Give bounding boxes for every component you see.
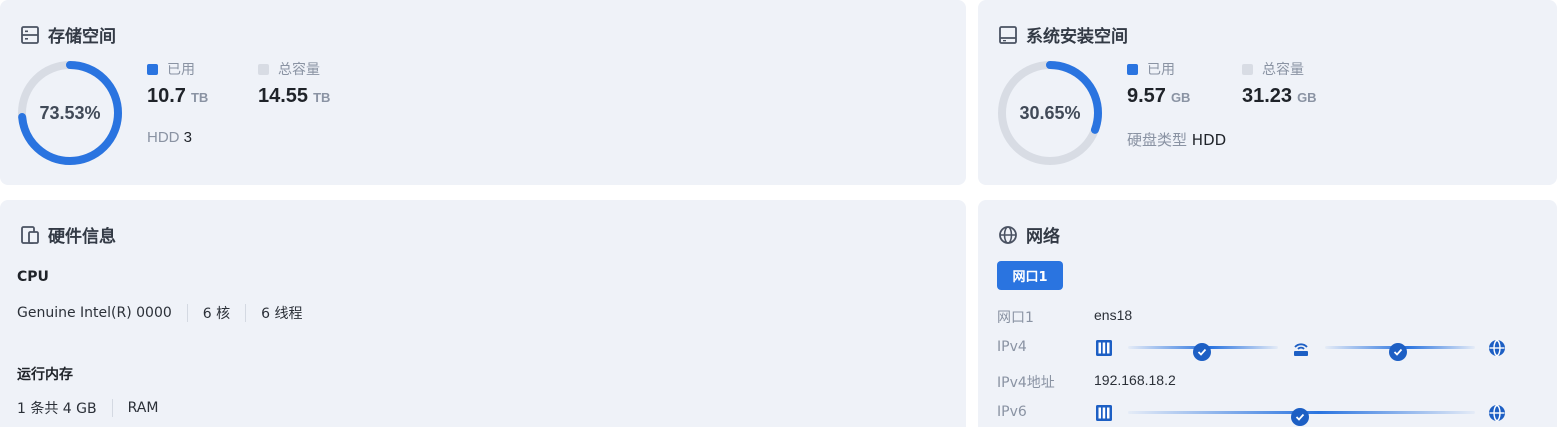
cpu-model: Genuine Intel(R) 0000 <box>17 305 172 321</box>
ipv4-label: IPv4 <box>997 339 1027 355</box>
used-value: 10.7 <box>147 85 186 107</box>
total-value: 31.23 <box>1242 85 1293 107</box>
cpu-heading: CPU <box>17 269 49 285</box>
server-icon <box>1096 405 1112 421</box>
device-icon <box>21 225 39 244</box>
hardware-card: 硬件信息 CPU Genuine Intel(R) 0000 6 核 6 线程 … <box>0 200 966 427</box>
ram-type: RAM <box>127 400 159 416</box>
disk-count: 3 <box>183 129 193 146</box>
check-icon <box>1193 343 1211 361</box>
used-label: 已用 <box>167 62 195 78</box>
used-value: 9.57 <box>1127 85 1166 107</box>
disk-icon <box>999 25 1017 44</box>
system-title-text: 系统安装空间 <box>1026 27 1128 47</box>
port-label: 网口1 <box>997 310 1034 326</box>
disk-label: HDD <box>147 129 180 146</box>
storage-card: 存储空间 73.53% 已用 10.7 TB 总容量 14.55 TB HDD 3 <box>0 0 966 185</box>
total-dot <box>258 63 269 75</box>
server-icon <box>1096 340 1112 356</box>
divider <box>245 304 247 322</box>
ram-heading: 运行内存 <box>17 367 73 383</box>
storage-total-stat: 总容量 14.55 TB <box>258 59 330 108</box>
hardware-title-text: 硬件信息 <box>48 227 116 247</box>
storage-percent: 73.53% <box>39 102 101 123</box>
used-unit: TB <box>190 90 209 105</box>
network-title: 网络 <box>998 222 1060 247</box>
hardware-title: 硬件信息 <box>20 222 116 247</box>
total-dot <box>1242 63 1253 75</box>
total-label: 总容量 <box>1262 62 1304 78</box>
disk-count-line: HDD 3 <box>147 129 192 146</box>
globe-icon <box>1489 339 1505 357</box>
globe-icon <box>999 225 1017 244</box>
ram-count: 1 条共 4 GB <box>17 401 97 417</box>
total-unit: GB <box>1297 90 1317 105</box>
total-unit: TB <box>313 90 331 105</box>
system-usage-ring: 30.65% <box>996 59 1104 167</box>
check-icon <box>1291 408 1309 426</box>
cpu-cores: 6 核 <box>202 306 231 322</box>
tab-port-1[interactable]: 网口1 <box>997 261 1063 290</box>
router-icon <box>1294 343 1308 356</box>
divider <box>186 304 188 322</box>
system-title: 系统安装空间 <box>998 22 1128 47</box>
system-percent: 30.65% <box>1019 102 1081 123</box>
total-value: 14.55 <box>258 85 309 107</box>
ipv6-label: IPv6 <box>997 404 1027 420</box>
used-dot <box>1127 63 1138 75</box>
disk-type-value: HDD <box>1191 131 1227 149</box>
ipv4-address-label: IPv4地址 <box>997 375 1055 391</box>
used-dot <box>147 63 158 75</box>
disk-type-line: 硬盘类型 HDD <box>1127 129 1226 150</box>
used-label: 已用 <box>1147 62 1175 78</box>
total-label: 总容量 <box>278 62 320 78</box>
storage-used-stat: 已用 10.7 TB <box>147 59 208 108</box>
storage-icon <box>21 25 39 44</box>
system-card: 系统安装空间 30.65% 已用 9.57 GB 总容量 31.23 GB 硬盘类型… <box>978 0 1557 185</box>
storage-usage-ring: 73.53% <box>16 59 124 167</box>
port-value: ens18 <box>1094 307 1133 323</box>
globe-icon <box>1489 404 1505 422</box>
system-used-stat: 已用 9.57 GB <box>1127 59 1190 108</box>
cpu-threads: 6 线程 <box>261 306 303 322</box>
storage-title: 存储空间 <box>20 22 116 47</box>
system-total-stat: 总容量 31.23 GB <box>1242 59 1317 108</box>
check-icon <box>1389 343 1407 361</box>
disk-type-label: 硬盘类型 <box>1127 131 1188 149</box>
network-card: 网络 <box>978 200 1557 427</box>
ipv4-address-value: 192.168.18.2 <box>1094 372 1176 388</box>
network-title-text: 网络 <box>1026 227 1060 247</box>
cpu-info-row: Genuine Intel(R) 0000 6 核 6 线程 <box>17 303 302 323</box>
divider <box>111 399 113 417</box>
used-unit: GB <box>1170 90 1191 105</box>
ram-info-row: 1 条共 4 GB RAM <box>17 398 158 418</box>
storage-title-text: 存储空间 <box>48 27 116 47</box>
